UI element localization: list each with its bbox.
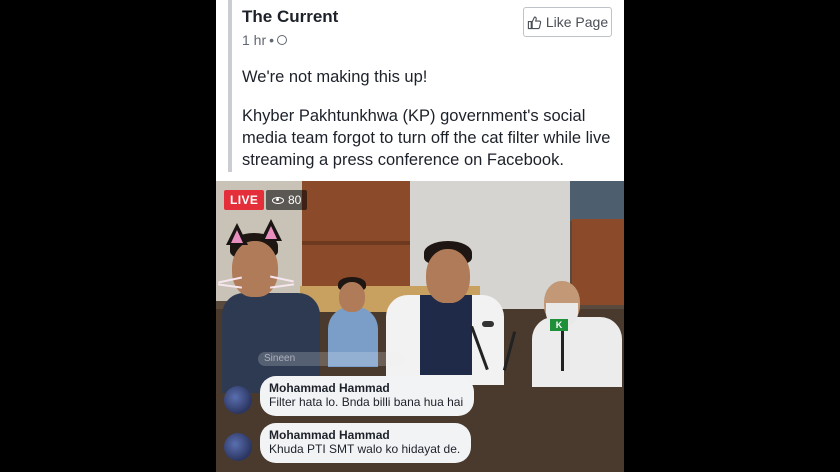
post-text-line1: We're not making this up! <box>242 68 428 86</box>
eye-icon <box>272 196 284 204</box>
comment-bubble: Mohammad Hammad Filter hata lo. Bnda bil… <box>260 376 475 416</box>
comment-text: Khuda PTI SMT walo ko hidayat de. <box>269 442 461 456</box>
cat-ear-left-inner <box>231 230 243 243</box>
microphone-head <box>482 321 494 327</box>
like-page-label: Like Page <box>545 14 609 30</box>
live-badge: LIVE <box>224 190 265 210</box>
avatar[interactable] <box>224 433 252 461</box>
live-video[interactable]: K LIVE 80 Sineen Mohammad Hammad Filter … <box>216 181 624 472</box>
comment-bubble: Mohammad Hammad Khuda PTI SMT walo ko hi… <box>260 423 472 463</box>
channel-mic-flag: K <box>550 319 568 331</box>
comment-text: Filter hata lo. Bnda billi bana hua hai <box>269 395 464 409</box>
avatar[interactable] <box>224 386 252 414</box>
microphone <box>561 331 564 371</box>
comment-author[interactable]: Mohammad Hammad <box>269 381 463 395</box>
quote-bar <box>228 0 232 172</box>
page-name[interactable]: The Current <box>242 7 338 27</box>
window <box>570 181 624 221</box>
person-face <box>232 241 278 297</box>
faded-comment: Sineen <box>258 352 404 366</box>
comment-author[interactable]: Mohammad Hammad <box>269 428 460 442</box>
viewer-count: 80 <box>288 193 302 207</box>
post-text: We're not making this up! Khyber Pakhtun… <box>242 66 618 171</box>
meta-separator: • <box>269 32 275 48</box>
person-right <box>532 277 624 387</box>
post-meta: 1 hr • <box>242 32 288 48</box>
person-body <box>532 317 622 387</box>
person-vest <box>420 295 472 375</box>
thumbs-up-icon <box>527 15 542 29</box>
facebook-post: The Current 1 hr • Like Page We're not m… <box>216 0 624 472</box>
person-face <box>426 249 470 303</box>
post-time[interactable]: 1 hr <box>242 32 266 48</box>
post-text-line2: Khyber Pakhtunkhwa (KP) government's soc… <box>242 107 611 169</box>
viewer-count-badge: 80 <box>266 190 308 210</box>
globe-icon <box>277 35 288 45</box>
person-face <box>339 282 365 312</box>
like-page-button[interactable]: Like Page <box>523 7 612 37</box>
cat-ear-right-inner <box>265 226 277 239</box>
